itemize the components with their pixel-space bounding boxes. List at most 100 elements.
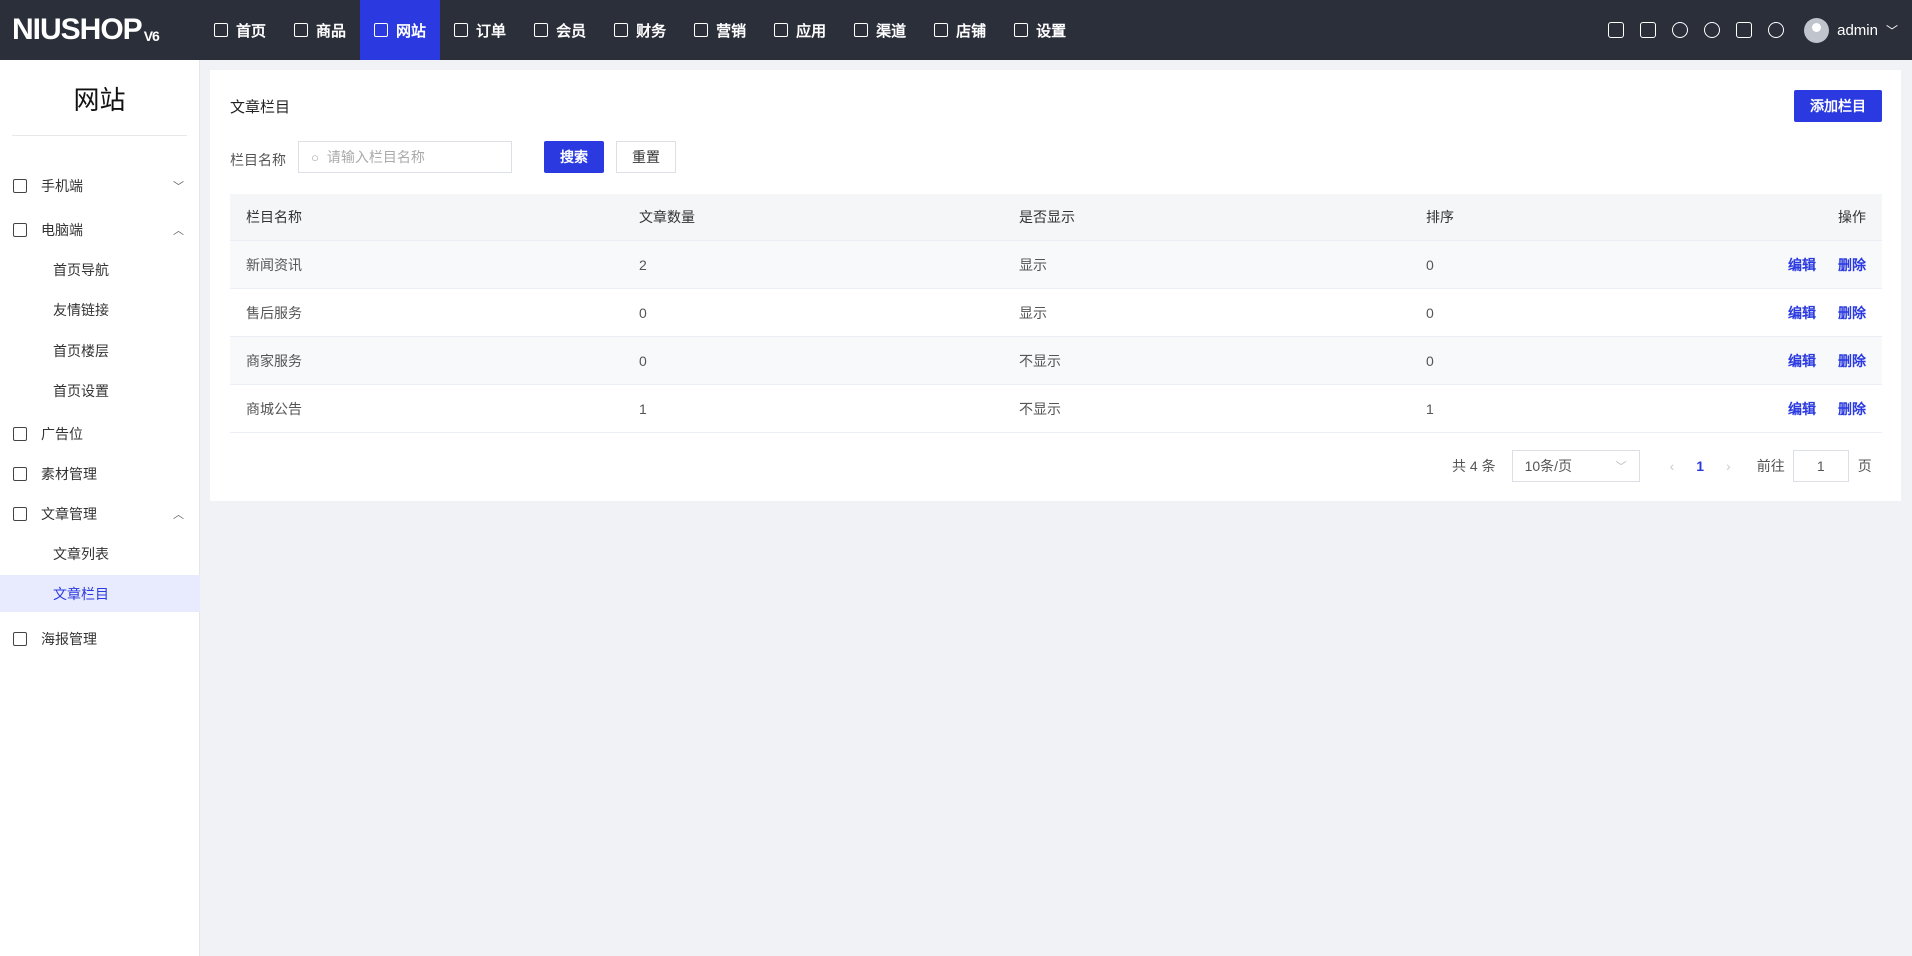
sidebar-item[interactable]: 电脑端 ︿ xyxy=(0,211,200,248)
nav-label: 营销 xyxy=(716,22,747,40)
nav-item[interactable]: 店铺 xyxy=(920,0,1000,60)
nav-item[interactable]: 订单 xyxy=(440,0,520,60)
page-size-select[interactable]: 10条/页 ﹀ xyxy=(1511,450,1640,482)
website-icon xyxy=(374,23,389,37)
goto-page-value: 1 xyxy=(1816,458,1825,474)
nav-item[interactable]: 首页 xyxy=(200,0,280,60)
nav-label: 设置 xyxy=(1036,22,1067,40)
menu-icon xyxy=(13,426,27,441)
edit-link[interactable]: 编辑 xyxy=(1788,255,1816,275)
avatar[interactable] xyxy=(1804,17,1830,43)
member-icon xyxy=(534,23,549,37)
edit-link[interactable]: 编辑 xyxy=(1788,399,1816,419)
cell-show: 显示 xyxy=(1019,256,1047,273)
sidebar-item[interactable]: 手机端 ﹀ xyxy=(0,167,200,204)
reset-button[interactable]: 重置 xyxy=(616,141,676,173)
edit-link[interactable]: 编辑 xyxy=(1788,303,1816,323)
col-header: 排序 xyxy=(1426,209,1454,225)
col-header: 文章数量 xyxy=(639,209,695,225)
search-button[interactable]: 搜索 xyxy=(544,141,604,173)
sidebar-item-label: 广告位 xyxy=(41,425,83,442)
add-column-button[interactable]: 添加栏目 xyxy=(1794,90,1882,122)
sidebar-item-label: 手机端 xyxy=(41,177,83,194)
sidebar-item[interactable]: 首页设置 xyxy=(0,372,200,409)
sidebar-item[interactable]: 文章栏目 xyxy=(0,575,200,612)
sidebar-item-label: 素材管理 xyxy=(41,465,97,482)
sidebar-item-label: 首页楼层 xyxy=(53,342,109,359)
sidebar-item[interactable]: 广告位 xyxy=(0,415,200,452)
sidebar-item-label: 文章栏目 xyxy=(53,585,109,602)
store-icon xyxy=(934,23,949,37)
main-nav: 首页 商品 网站 订单 会员 财务 营销 应用 渠道 店铺 设置 xyxy=(200,0,1080,60)
sidebar-title: 网站 xyxy=(73,85,126,115)
page-number-current[interactable]: 1 xyxy=(1696,458,1704,474)
search-label: 栏目名称 xyxy=(230,152,286,168)
sidebar-item-label: 首页导航 xyxy=(53,261,109,278)
delete-link[interactable]: 删除 xyxy=(1838,351,1866,371)
nav-item[interactable]: 会员 xyxy=(520,0,600,60)
nav-item[interactable]: 营销 xyxy=(680,0,760,60)
sidebar-item[interactable]: 文章列表 xyxy=(0,535,200,572)
nav-item[interactable]: 渠道 xyxy=(840,0,920,60)
user-name[interactable]: admin xyxy=(1837,22,1878,39)
sidebar-item[interactable]: 首页楼层 xyxy=(0,332,200,369)
nav-label: 应用 xyxy=(796,22,827,40)
chevron-up-icon: ︿ xyxy=(173,224,184,237)
cell-show: 不显示 xyxy=(1019,352,1061,369)
refresh-icon[interactable] xyxy=(1704,22,1721,38)
cell-sort: 1 xyxy=(1426,400,1434,417)
menu-icon xyxy=(13,506,27,521)
col-header: 是否显示 xyxy=(1019,209,1075,225)
table-row: 商家服务 0 不显示 0 编辑 删除 xyxy=(230,337,1882,385)
nav-item[interactable]: 设置 xyxy=(1000,0,1080,60)
nav-label: 渠道 xyxy=(876,22,907,40)
sidebar-item[interactable]: 友情链接 xyxy=(0,291,200,328)
info-icon[interactable] xyxy=(1672,22,1689,38)
delete-link[interactable]: 删除 xyxy=(1838,303,1866,323)
order-icon xyxy=(454,23,469,37)
delete-link[interactable]: 删除 xyxy=(1838,255,1866,275)
rocket-icon[interactable] xyxy=(1736,22,1753,38)
delete-link[interactable]: 删除 xyxy=(1838,399,1866,419)
nav-label: 财务 xyxy=(636,22,667,40)
cell-sort: 0 xyxy=(1426,304,1434,321)
chevron-up-icon: ︿ xyxy=(173,508,184,521)
search-input[interactable]: ○ 请输入栏目名称 xyxy=(298,141,512,173)
col-header: 操作 xyxy=(1838,209,1866,225)
store-icon[interactable] xyxy=(1608,22,1625,38)
sidebar-item[interactable]: 文章管理 ︿ xyxy=(0,495,200,532)
goods-icon xyxy=(294,23,309,37)
cell-show: 不显示 xyxy=(1019,400,1061,417)
nav-label: 首页 xyxy=(236,22,267,40)
nav-label: 商品 xyxy=(316,22,347,40)
edit-link[interactable]: 编辑 xyxy=(1788,351,1816,371)
prev-page-button[interactable]: ‹ xyxy=(1670,458,1675,474)
header-tools: admin ﹀ xyxy=(1592,0,1912,60)
logo-text: NIUSHOP xyxy=(12,13,143,46)
nav-item[interactable]: 应用 xyxy=(760,0,840,60)
sidebar-item[interactable]: 素材管理 xyxy=(0,455,200,492)
cell-count: 1 xyxy=(639,400,647,417)
next-page-button[interactable]: › xyxy=(1726,458,1731,474)
sidebar-item[interactable]: 海报管理 xyxy=(0,620,200,657)
content-card: 文章栏目 添加栏目 栏目名称 ○ 请输入栏目名称 搜索 重置 栏目名称 文章数量… xyxy=(210,70,1901,501)
cell-count: 2 xyxy=(639,256,647,273)
nav-item[interactable]: 商品 xyxy=(280,0,360,60)
nav-item[interactable]: 财务 xyxy=(600,0,680,60)
cell-show: 显示 xyxy=(1019,304,1047,321)
table-header: 栏目名称 文章数量 是否显示 排序 操作 xyxy=(230,194,1882,241)
settings-icon xyxy=(1014,23,1029,37)
logo[interactable]: NIUSHOP V6 xyxy=(0,0,200,60)
nav-item[interactable]: 网站 xyxy=(360,0,441,60)
page-unit: 页 xyxy=(1857,458,1872,474)
nav-label: 订单 xyxy=(476,22,507,40)
pagination: 共 4 条 10条/页 ﹀ ‹ 1 › 前往 1 页 xyxy=(1452,450,1882,482)
cell-name: 售后服务 xyxy=(246,304,302,321)
gear-icon[interactable] xyxy=(1768,22,1785,38)
sidebar-item-label: 友情链接 xyxy=(53,301,109,318)
logo-version: V6 xyxy=(143,28,160,44)
chevron-down-icon[interactable]: ﹀ xyxy=(1886,22,1898,39)
message-icon[interactable] xyxy=(1640,22,1657,38)
sidebar-item[interactable]: 首页导航 xyxy=(0,251,200,288)
goto-page-input[interactable]: 1 xyxy=(1792,450,1849,482)
